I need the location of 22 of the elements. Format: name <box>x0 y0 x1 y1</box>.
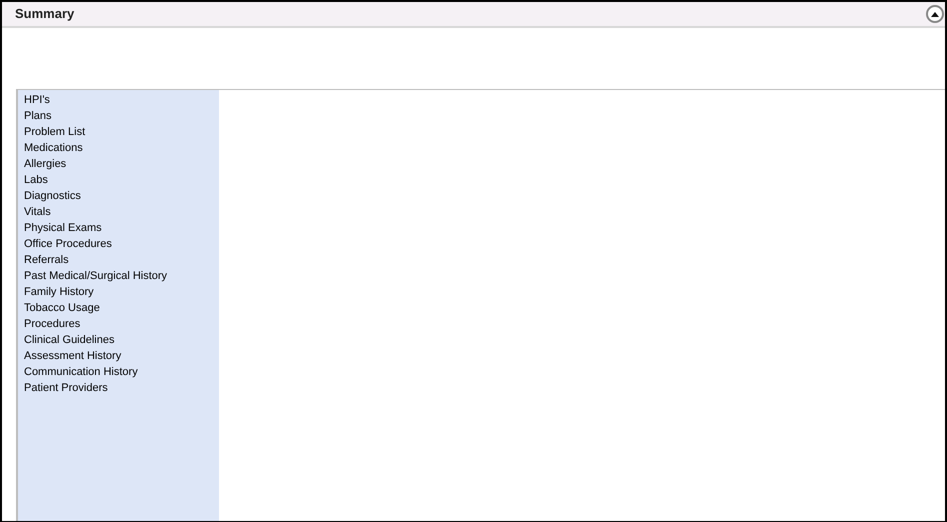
sidebar-item[interactable]: Vitals <box>24 204 219 220</box>
sidebar-item[interactable]: Problem List <box>24 124 219 140</box>
sidebar-item[interactable]: Assessment History <box>24 348 219 364</box>
sidebar-item[interactable]: Referrals <box>24 252 219 268</box>
caret-up-icon <box>931 12 939 16</box>
sidebar-item[interactable]: Clinical Guidelines <box>24 332 219 348</box>
sidebar-item[interactable]: Procedures <box>24 316 219 332</box>
sidebar-item[interactable]: Medications <box>24 140 219 156</box>
sidebar-item[interactable]: Patient Providers <box>24 380 219 396</box>
section-title: Summary <box>15 5 74 24</box>
sidebar-item[interactable]: Allergies <box>24 156 219 172</box>
sidebar-item[interactable]: Tobacco Usage <box>24 300 219 316</box>
collapse-button[interactable] <box>926 5 944 23</box>
sidebar-item[interactable]: HPI's <box>24 92 219 108</box>
sidebar-item[interactable]: Diagnostics <box>24 188 219 204</box>
sidebar-item[interactable]: Family History <box>24 284 219 300</box>
sidebar-item[interactable]: Plans <box>24 108 219 124</box>
sidebar-item[interactable]: Past Medical/Surgical History <box>24 268 219 284</box>
sidebar-item[interactable]: Physical Exams <box>24 220 219 236</box>
sidebar-item[interactable]: Office Procedures <box>24 236 219 252</box>
sidebar-item[interactable]: Labs <box>24 172 219 188</box>
sidebar-item[interactable]: Communication History <box>24 364 219 380</box>
